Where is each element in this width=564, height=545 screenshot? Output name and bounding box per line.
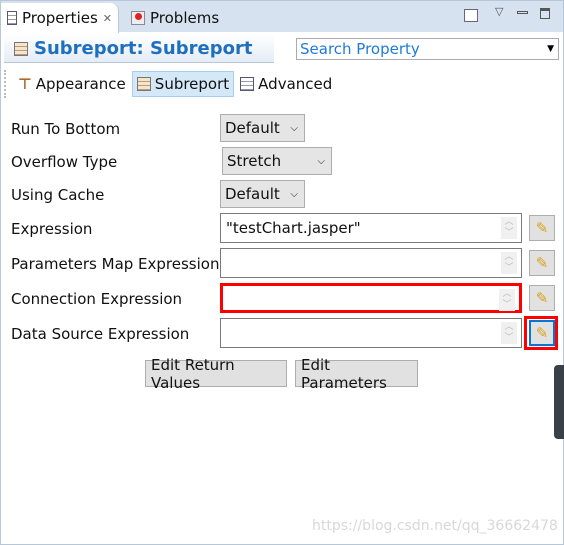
overflow-type-select[interactable]: Stretch ⌵	[222, 147, 332, 175]
pencil-icon: ✎	[535, 324, 549, 342]
table-icon	[240, 77, 255, 91]
properties-header: Subreport: Subreport	[4, 35, 274, 63]
spinner-icon[interactable]: ︿ ﹀	[499, 289, 515, 311]
data-source-input[interactable]: ︿ ﹀	[220, 318, 522, 348]
expression-label: Expression	[11, 220, 93, 238]
close-icon[interactable]: ✕	[103, 12, 112, 25]
view-tab-bar: Properties ✕ Problems ▽	[0, 0, 564, 33]
overflow-type-label: Overflow Type	[11, 153, 118, 171]
tab-properties[interactable]: Properties ✕	[1, 3, 119, 33]
search-input[interactable]: Search Property	[300, 40, 420, 58]
edit-return-values-button[interactable]: Edit Return Values	[145, 356, 287, 392]
problems-icon	[131, 11, 145, 25]
parameters-map-input[interactable]: ︿ ﹀	[220, 248, 522, 278]
subreport-icon	[136, 77, 151, 91]
edit-parameters-map-button[interactable]: ✎	[529, 250, 555, 276]
select-value: Default	[225, 185, 280, 203]
tab-label: Subreport	[154, 75, 230, 93]
select-value: Default	[225, 119, 280, 137]
subreport-icon	[14, 41, 28, 56]
data-source-label: Data Source Expression	[11, 325, 190, 343]
dropdown-arrow-icon[interactable]: ▼	[547, 44, 554, 54]
connection-label: Connection Expression	[11, 290, 183, 308]
spinner-icon[interactable]: ︿ ﹀	[501, 217, 517, 239]
chevron-down-icon: ⌵	[290, 122, 298, 134]
tab-label: Problems	[150, 9, 220, 27]
spinner-icon[interactable]: ︿ ﹀	[501, 322, 517, 344]
edit-expression-button[interactable]: ✎	[529, 215, 555, 241]
tab-label: Appearance	[35, 75, 126, 93]
view-menu-icon[interactable]: ▽	[495, 5, 503, 18]
input-value: "testChart.jasper"	[226, 219, 361, 237]
tab-label: Advanced	[258, 75, 333, 93]
using-cache-label: Using Cache	[11, 186, 105, 204]
edit-parameters-button[interactable]: Edit Parameters	[295, 356, 418, 392]
run-to-bottom-select[interactable]: Default ⌵	[220, 114, 305, 142]
side-widget[interactable]	[554, 365, 564, 439]
connection-input[interactable]: ︿ ﹀	[220, 283, 522, 313]
spinner-icon[interactable]: ︿ ﹀	[501, 252, 517, 274]
tab-subreport[interactable]: Subreport	[131, 71, 235, 97]
chevron-down-icon: ⌵	[290, 188, 298, 200]
page-title: Subreport: Subreport	[34, 38, 253, 59]
tab-advanced[interactable]: Advanced	[236, 71, 336, 97]
section-tabs: ⊤ Appearance Subreport Advanced	[4, 70, 338, 98]
tab-problems[interactable]: Problems	[125, 3, 225, 33]
chevron-down-icon: ⌵	[317, 155, 325, 167]
pencil-icon: ✎	[535, 219, 549, 237]
pencil-icon: ✎	[535, 289, 549, 307]
search-property-combo[interactable]: Search Property ▼	[296, 38, 559, 60]
expression-input[interactable]: "testChart.jasper" ︿ ﹀	[220, 213, 522, 243]
run-to-bottom-label: Run To Bottom	[11, 120, 121, 138]
ruler-icon: ⊤	[18, 75, 32, 93]
pin-view-icon[interactable]	[464, 9, 478, 22]
edit-data-source-button[interactable]: ✎	[529, 320, 555, 346]
watermark: https://blog.csdn.net/qq_36662478	[312, 518, 558, 534]
tab-appearance[interactable]: ⊤ Appearance	[14, 71, 130, 97]
select-value: Stretch	[227, 152, 282, 170]
properties-icon	[7, 11, 17, 25]
parameters-map-label: Parameters Map Expression	[11, 255, 220, 273]
minimize-icon[interactable]	[517, 11, 528, 14]
tab-label: Properties	[21, 9, 98, 27]
edit-connection-button[interactable]: ✎	[529, 285, 555, 311]
using-cache-select[interactable]: Default ⌵	[220, 180, 305, 208]
pencil-icon: ✎	[535, 254, 549, 272]
maximize-icon[interactable]	[540, 8, 550, 19]
